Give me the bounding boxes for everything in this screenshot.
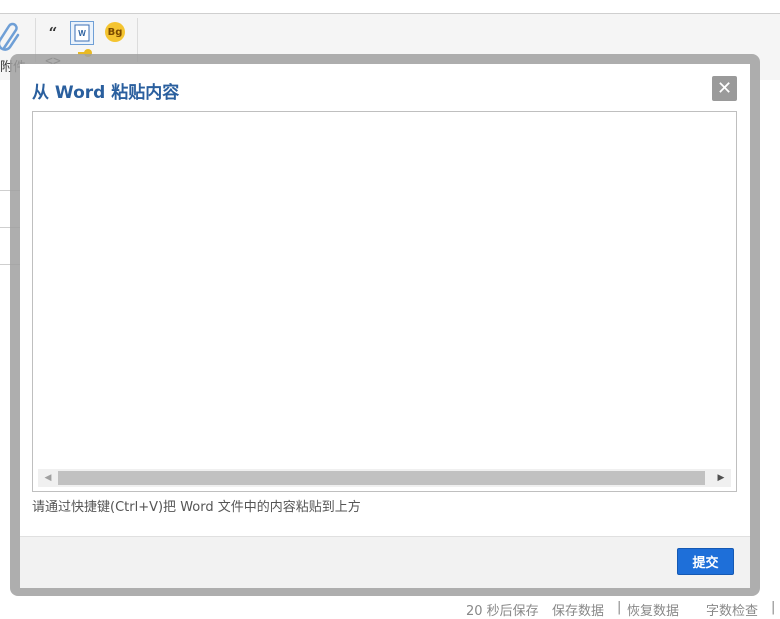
dialog-footer: 提交 (20, 536, 750, 588)
paperclip-icon[interactable] (0, 20, 24, 54)
paste-from-word-button[interactable]: W (70, 21, 94, 45)
separator: | (617, 600, 622, 615)
restore-data-link[interactable]: 恢复数据 (627, 600, 679, 619)
paste-hint: 请通过快捷键(Ctrl+V)把 Word 文件中的内容粘贴到上方 (32, 500, 361, 515)
scroll-left-arrow-icon[interactable]: ◀ (38, 469, 58, 487)
paste-area[interactable]: ◀ ▶ (32, 111, 737, 492)
horizontal-scrollbar[interactable]: ◀ ▶ (38, 469, 731, 487)
dialog-title: 从 Word 粘贴内容 (32, 83, 180, 103)
word-document-icon: W (74, 24, 90, 42)
scrollbar-thumb[interactable] (58, 471, 705, 485)
quote-icon: “ (48, 24, 58, 42)
quote-button[interactable]: “ (42, 22, 64, 44)
bg-icon: Bg (107, 26, 123, 38)
background-color-button[interactable]: Bg (105, 22, 125, 42)
close-button[interactable]: ✕ (712, 76, 737, 101)
save-data-link[interactable]: 保存数据 (552, 600, 604, 619)
submit-button[interactable]: 提交 (677, 548, 734, 575)
separator: | (771, 600, 776, 615)
scroll-right-arrow-icon[interactable]: ▶ (711, 469, 731, 487)
svg-text:W: W (78, 29, 86, 38)
paste-from-word-dialog: 从 Word 粘贴内容 ✕ ◀ ▶ 请通过快捷键(Ctrl+V)把 Word 文… (20, 64, 750, 588)
autosave-status: 20 秒后保存 (466, 604, 539, 619)
word-count-link[interactable]: 字数检查 (706, 600, 758, 619)
close-icon: ✕ (716, 78, 733, 99)
